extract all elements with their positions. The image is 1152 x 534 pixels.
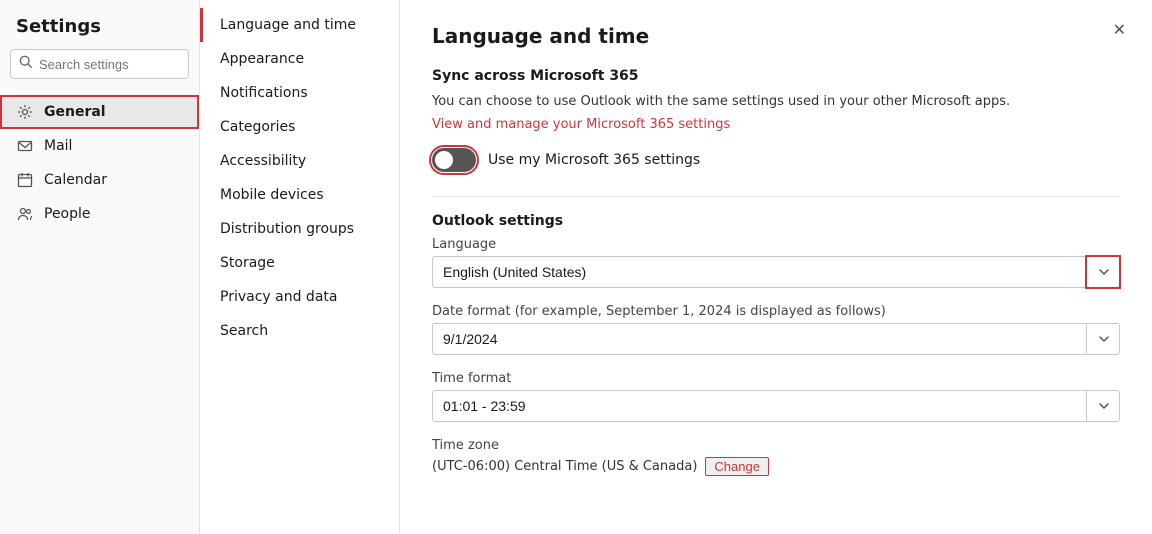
timezone-value: (UTC-06:00) Central Time (US & Canada) — [432, 459, 697, 474]
mail-icon — [16, 137, 34, 155]
change-timezone-button[interactable]: Change — [705, 457, 769, 476]
close-button[interactable]: ✕ — [1107, 16, 1132, 44]
middle-item-privacy-and-data[interactable]: Privacy and data — [200, 280, 399, 314]
timezone-section: Time zone (UTC-06:00) Central Time (US &… — [432, 438, 1120, 476]
sync-description: You can choose to use Outlook with the s… — [432, 92, 1120, 112]
middle-item-notifications[interactable]: Notifications — [200, 76, 399, 110]
sidebar-item-label-general: General — [44, 104, 106, 120]
sidebar-item-label-mail: Mail — [44, 138, 72, 154]
middle-item-appearance[interactable]: Appearance — [200, 42, 399, 76]
search-box[interactable] — [10, 49, 189, 79]
time-format-label: Time format — [432, 371, 1120, 386]
toggle-label: Use my Microsoft 365 settings — [488, 152, 700, 168]
time-format-dropdown-container: 01:01 - 23:59 1:01 AM - 11:59 PM — [432, 390, 1120, 422]
page-title: Language and time — [432, 24, 1120, 48]
language-dropdown-container: English (United States) English (United … — [432, 256, 1120, 288]
sidebar-item-calendar[interactable]: Calendar — [0, 163, 199, 197]
settings-window: Settings General — [0, 0, 1152, 534]
sidebar-item-label-calendar: Calendar — [44, 172, 107, 188]
middle-item-language-and-time[interactable]: Language and time — [200, 8, 399, 42]
middle-panel: Language and time Appearance Notificatio… — [200, 0, 400, 534]
calendar-icon — [16, 171, 34, 189]
date-format-dropdown-container: 9/1/2024 1/9/2024 September 1, 2024 1 Se… — [432, 323, 1120, 355]
date-format-select[interactable]: 9/1/2024 1/9/2024 September 1, 2024 1 Se… — [432, 323, 1120, 355]
left-panel: Settings General — [0, 0, 200, 534]
ms365-settings-link[interactable]: View and manage your Microsoft 365 setti… — [432, 117, 730, 132]
sidebar-item-general[interactable]: General — [0, 95, 199, 129]
middle-item-distribution-groups[interactable]: Distribution groups — [200, 212, 399, 246]
middle-item-storage[interactable]: Storage — [200, 246, 399, 280]
language-select[interactable]: English (United States) English (United … — [432, 256, 1120, 288]
timezone-row: (UTC-06:00) Central Time (US & Canada) C… — [432, 457, 1120, 476]
middle-item-mobile-devices[interactable]: Mobile devices — [200, 178, 399, 212]
time-format-select[interactable]: 01:01 - 23:59 1:01 AM - 11:59 PM — [432, 390, 1120, 422]
middle-item-accessibility[interactable]: Accessibility — [200, 144, 399, 178]
sidebar-item-mail[interactable]: Mail — [0, 129, 199, 163]
search-icon — [19, 55, 33, 73]
ms365-toggle[interactable] — [432, 148, 476, 172]
date-format-label: Date format (for example, September 1, 2… — [432, 304, 1120, 319]
gear-icon — [16, 103, 34, 121]
settings-title: Settings — [0, 16, 199, 49]
main-panel: ✕ Language and time Sync across Microsof… — [400, 0, 1152, 534]
outlook-section-heading: Outlook settings — [432, 213, 1120, 229]
timezone-label: Time zone — [432, 438, 1120, 453]
sidebar-item-label-people: People — [44, 206, 91, 222]
language-label: Language — [432, 237, 1120, 252]
toggle-row: Use my Microsoft 365 settings — [432, 148, 1120, 172]
sync-section-heading: Sync across Microsoft 365 — [432, 68, 1120, 84]
ms365-toggle-container[interactable] — [432, 148, 476, 172]
toggle-thumb — [435, 151, 453, 169]
middle-item-search[interactable]: Search — [200, 314, 399, 348]
section-divider — [432, 196, 1120, 197]
people-icon — [16, 205, 34, 223]
search-input[interactable] — [39, 57, 180, 72]
sidebar-item-people[interactable]: People — [0, 197, 199, 231]
middle-item-categories[interactable]: Categories — [200, 110, 399, 144]
